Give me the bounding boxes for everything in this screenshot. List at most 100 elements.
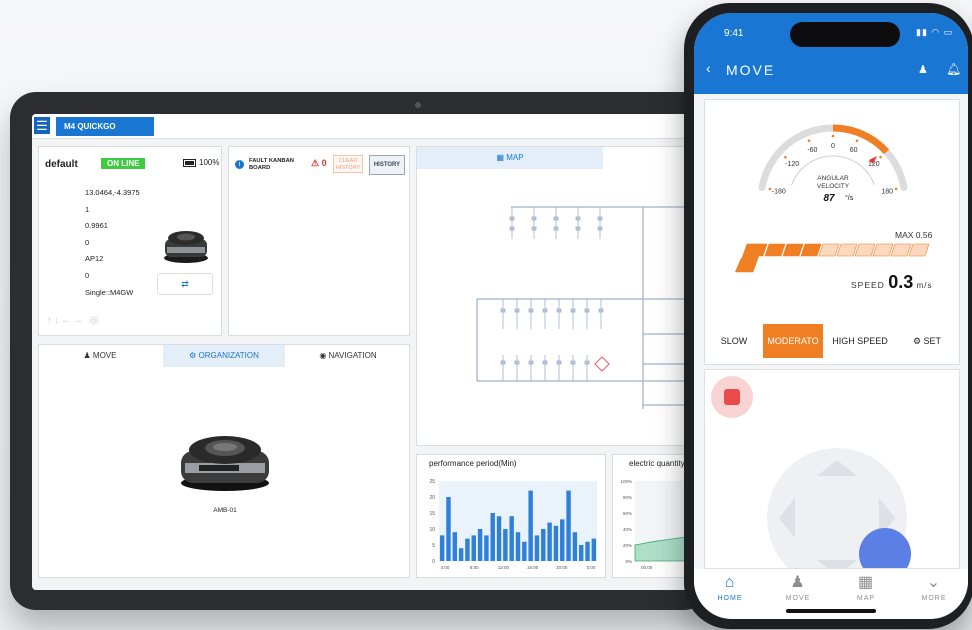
robot-label: AMB-01 bbox=[213, 507, 237, 514]
electric-chart: 0% 20% 40% 60% 80% 100% 00:00 bbox=[620, 479, 694, 570]
tab-map[interactable]: ▦ MAP bbox=[417, 147, 603, 169]
battery-icon bbox=[183, 158, 196, 167]
tab-navigation[interactable]: ◉ NAVIGATION bbox=[287, 345, 409, 367]
angular-velocity-gauge: -180 -120 -60 0 60 120 180 ANGULARVELOCITY 87 °/s bbox=[758, 124, 908, 204]
alarm-count: ⚠ 0 bbox=[311, 158, 327, 169]
settings-button[interactable]: ⚙ SET bbox=[897, 324, 957, 358]
bar bbox=[591, 538, 597, 561]
move-icon: ♟ bbox=[83, 351, 93, 360]
y-tick-label: 40% bbox=[623, 527, 632, 532]
speed-segment bbox=[782, 243, 804, 257]
bar bbox=[446, 497, 451, 561]
speed-segment bbox=[890, 243, 912, 257]
home-indicator bbox=[786, 609, 876, 613]
bar bbox=[452, 532, 458, 561]
gauge-tick-label: 60 bbox=[850, 147, 858, 154]
x-tick-label: 4:00 bbox=[441, 565, 450, 570]
warehouse-map[interactable] bbox=[417, 169, 694, 445]
gauge-tick-dot bbox=[894, 187, 898, 191]
y-tick-label: 25 bbox=[429, 479, 435, 485]
speed-value: 0.3 bbox=[888, 272, 914, 292]
bar bbox=[566, 490, 571, 561]
gauge-tick-label: 120 bbox=[868, 161, 880, 168]
status-time: 9:41 bbox=[724, 28, 744, 39]
nav-map-label: MAP bbox=[856, 595, 876, 602]
speed-segment bbox=[908, 243, 930, 257]
y-tick-label: 100% bbox=[620, 479, 632, 484]
tab-organization[interactable]: ⚙ ORGANIZATION bbox=[163, 345, 285, 367]
bar bbox=[509, 516, 514, 561]
max-speed-label: MAX 0.56 bbox=[895, 230, 933, 240]
bell-icon[interactable]: 🔔︎ bbox=[946, 62, 961, 76]
joystick-icon: ♟ bbox=[790, 574, 806, 591]
page-title: MOVE bbox=[726, 62, 776, 78]
mode-high-speed-button[interactable]: HIGH SPEED bbox=[827, 324, 893, 358]
bar bbox=[572, 532, 578, 561]
speed-segment bbox=[764, 243, 786, 257]
tablet-device: ☰ M4 QUICKGO default ON LINE 100% 13.046… bbox=[10, 92, 710, 610]
stop-icon bbox=[724, 389, 740, 405]
gauge-tick-label: -120 bbox=[785, 161, 799, 168]
status-value: AP12 bbox=[85, 254, 104, 264]
direction-arrows-icon[interactable]: ↑↓←→ ◎ bbox=[47, 315, 101, 326]
bar bbox=[439, 535, 445, 561]
status-value: 13.0464,-4.3975 bbox=[85, 188, 140, 197]
mode-moderato-button[interactable]: MODERATO bbox=[763, 324, 823, 358]
bar bbox=[560, 519, 565, 561]
bar bbox=[496, 516, 502, 561]
status-value: 0.9961 bbox=[85, 221, 108, 231]
nav-move[interactable]: ♟ MOVE bbox=[768, 573, 828, 602]
bar bbox=[515, 532, 521, 561]
map-icon: ▦ bbox=[857, 574, 875, 591]
y-tick-label: 20% bbox=[623, 543, 632, 548]
speed-prefix: SPEED bbox=[851, 280, 885, 290]
chevron-down-icon: ⌄ bbox=[926, 574, 942, 591]
phone-header: 9:41 ▮▮ ◠ ▭ ‹ MOVE ♟ 🔔︎ bbox=[694, 13, 968, 94]
bar bbox=[458, 548, 464, 561]
back-icon[interactable]: ‹ bbox=[706, 60, 711, 76]
tab-move[interactable]: ♟ MOVE bbox=[39, 345, 161, 367]
robot-name: default bbox=[45, 159, 78, 170]
dynamic-island bbox=[790, 22, 900, 47]
joystick-card bbox=[704, 369, 960, 569]
bar bbox=[553, 525, 559, 561]
performance-chart: 0 5 10 15 20 25 4:00 8:00 12:00 16:00 20:00 0:00 bbox=[429, 479, 597, 570]
compass-icon: ◉ bbox=[319, 351, 329, 360]
bar bbox=[471, 535, 476, 561]
gauge-unit: °/s bbox=[845, 194, 854, 202]
nav-home[interactable]: ⌂ HOME bbox=[700, 573, 760, 602]
electric-chart-panel: electric quantity(% 0% 20% 40% 60% 80% 100% 00… bbox=[612, 454, 694, 578]
bar bbox=[522, 541, 527, 561]
map-panel: ▦ MAP bbox=[416, 146, 694, 446]
signal-wifi-battery-icon: ▮▮ ◠ ▭ bbox=[916, 27, 954, 37]
speed-unit: m/s bbox=[916, 281, 933, 290]
history-button[interactable]: HISTORY bbox=[369, 155, 405, 175]
y-tick-label: 80% bbox=[623, 495, 632, 500]
hamburger-menu-icon[interactable]: ☰ bbox=[34, 117, 50, 134]
battery-value: 100% bbox=[199, 158, 220, 167]
gauge-tick-label: 0 bbox=[831, 143, 835, 150]
x-tick-label: 0:00 bbox=[587, 565, 596, 570]
gauge-tick-dot bbox=[784, 155, 787, 159]
clear-history-button[interactable]: CLEAR HISTORY bbox=[333, 155, 363, 173]
nav-map[interactable]: ▦ MAP bbox=[836, 573, 896, 602]
nav-more[interactable]: ⌄ MORE bbox=[904, 573, 964, 602]
fault-title: FAULT KANBAN BOARD bbox=[249, 158, 294, 171]
robot-image bbox=[181, 436, 269, 491]
joystick-user-icon[interactable]: ♟ bbox=[918, 63, 928, 76]
mode-slow-button[interactable]: SLOW bbox=[705, 324, 763, 358]
arrow-left-icon bbox=[779, 498, 795, 538]
y-tick-label: 20 bbox=[429, 495, 435, 501]
emergency-stop-button[interactable] bbox=[711, 376, 753, 418]
gauge-tick-dot bbox=[768, 187, 772, 191]
x-tick-label: 12:00 bbox=[498, 565, 510, 570]
tab-organization-label: ORGANIZATION bbox=[198, 351, 259, 360]
app-tab[interactable]: M4 QUICKGO bbox=[56, 117, 154, 136]
fault-kanban-panel: i FAULT KANBAN BOARD ⚠ 0 CLEAR HISTORY H… bbox=[228, 146, 410, 336]
x-tick-label: 00:00 bbox=[641, 565, 653, 570]
y-tick-label: 5 bbox=[432, 543, 435, 549]
switch-icon[interactable]: ⇄ bbox=[157, 273, 213, 295]
bar bbox=[547, 522, 552, 561]
robot-view-panel: ♟ MOVE ⚙ ORGANIZATION ◉ NAVIGATION AMB-0… bbox=[38, 344, 410, 578]
speed-segment bbox=[800, 243, 822, 257]
